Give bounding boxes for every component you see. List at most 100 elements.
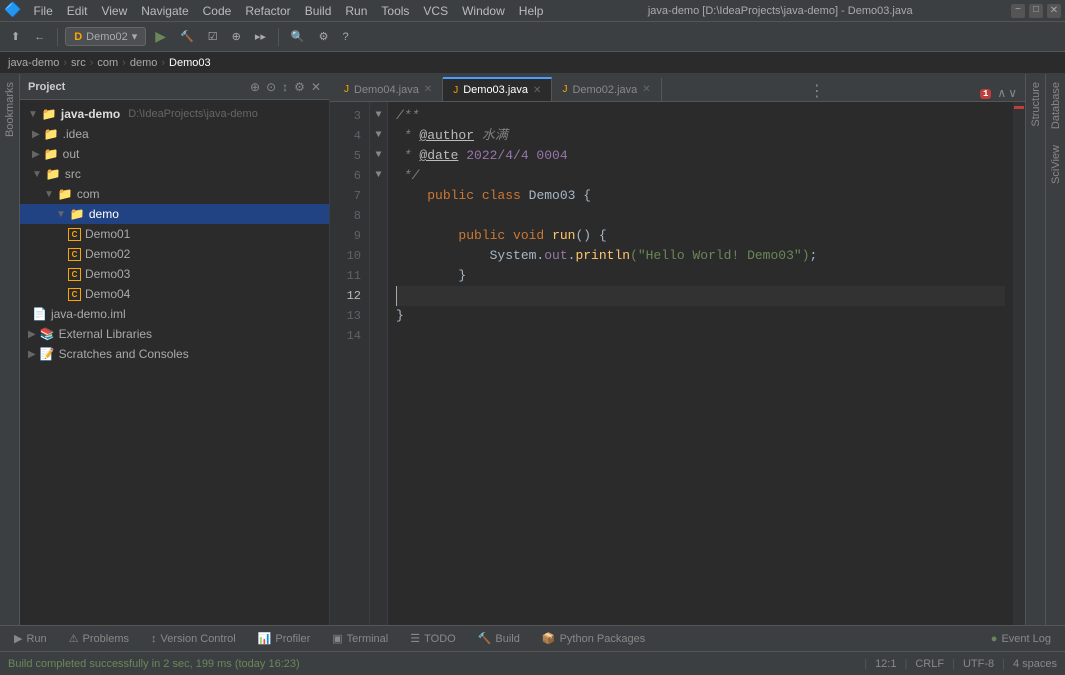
bc-project[interactable]: java-demo [8, 57, 59, 69]
terminal-tab-icon: ▣ [332, 632, 342, 645]
error-marker[interactable] [1014, 106, 1024, 109]
minimize-button[interactable]: − [1011, 4, 1025, 18]
close-project-icon[interactable]: ✕ [311, 80, 321, 94]
toolbar-sep2 [278, 28, 279, 46]
bottom-tab-run[interactable]: ▶ Run [4, 629, 57, 648]
tabs-more-button[interactable]: ⋮ [801, 81, 833, 101]
structure-panel-toggle[interactable]: Structure [1028, 74, 1044, 135]
search-everywhere-button[interactable]: 🔍 [286, 28, 310, 45]
bc-demo[interactable]: demo [130, 57, 158, 69]
vcs-tab-icon: ↕ [151, 633, 157, 645]
iml-file-icon: 📄 [32, 307, 47, 321]
window-title: java-demo [D:\IdeaProjects\java-demo] - … [551, 5, 1009, 17]
alerts-down-icon[interactable]: ∨ [1008, 86, 1017, 101]
menu-window[interactable]: Window [456, 2, 511, 20]
tree-item-java-demo[interactable]: ▼ 📁 java-demo D:\IdeaProjects\java-demo [20, 104, 329, 124]
structure-panel: Structure [1025, 74, 1045, 625]
fold-marker-3[interactable]: ▼ [370, 106, 387, 126]
run-config-icon: D [74, 31, 82, 43]
event-log-tab[interactable]: ● Event Log [981, 630, 1061, 648]
tree-item-com[interactable]: ▼ 📁 com [20, 184, 329, 204]
tree-item-demo01[interactable]: C Demo01 [20, 224, 329, 244]
menu-run[interactable]: Run [339, 2, 373, 20]
bottom-tab-python[interactable]: 📦 Python Packages [532, 629, 655, 648]
bottom-tab-vcs[interactable]: ↕ Version Control [141, 630, 246, 648]
menu-build[interactable]: Build [299, 2, 338, 20]
tab-demo03-close[interactable]: ✕ [533, 85, 541, 96]
tab-demo04-close[interactable]: ✕ [424, 84, 432, 95]
code-editor[interactable]: /** * @author 水满 * @date 2022/4/4 0004 *… [388, 102, 1013, 625]
tree-item-demo04[interactable]: C Demo04 [20, 284, 329, 304]
tab-demo04[interactable]: J Demo04.java ✕ [334, 77, 443, 101]
tree-item-iml[interactable]: 📄 java-demo.iml [20, 304, 329, 324]
settings-button[interactable]: ⚙ [314, 28, 334, 45]
bc-com[interactable]: com [97, 57, 118, 69]
code-annotation-date: @date [419, 146, 458, 166]
database-panel-toggle[interactable]: Database [1048, 74, 1064, 137]
problems-tab-icon: ⚠ [69, 632, 79, 645]
scratches-icon: 📝 [40, 347, 55, 361]
indent-setting[interactable]: 4 spaces [1013, 658, 1057, 670]
demo01-class-icon: C [68, 228, 81, 241]
bottom-tab-problems[interactable]: ⚠ Problems [59, 629, 139, 648]
maximize-button[interactable]: □ [1029, 4, 1043, 18]
run-button[interactable]: ▶ [150, 26, 171, 47]
tree-item-demo03[interactable]: C Demo03 [20, 264, 329, 284]
tab-demo02[interactable]: J Demo02.java ✕ [552, 77, 661, 101]
tree-item-external-libs[interactable]: ▶ 📚 External Libraries [20, 324, 329, 344]
menu-navigate[interactable]: Navigate [135, 2, 194, 20]
toolbar: ⬆ ← D Demo02 ▾ ▶ 🔨 ☑ ⊕ ▸▸ 🔍 ⚙ ? [0, 22, 1065, 52]
more-run-button[interactable]: ▸▸ [250, 28, 271, 45]
tree-item-out[interactable]: ▶ 📁 out [20, 144, 329, 164]
navigate-back-button[interactable]: ← [29, 29, 50, 45]
line-ending[interactable]: CRLF [915, 658, 944, 670]
collapse-all-icon[interactable]: ↕ [282, 80, 288, 94]
tree-item-src[interactable]: ▼ 📁 src [20, 164, 329, 184]
bottom-tab-profiler[interactable]: 📊 Profiler [248, 629, 321, 648]
tree-item-demo02[interactable]: C Demo02 [20, 244, 329, 264]
scroll-to-source-icon[interactable]: ⊙ [266, 80, 276, 94]
help-icon: ? [342, 31, 348, 43]
bookmarks-panel-toggle[interactable]: Bookmarks [2, 74, 18, 145]
alerts-up-icon[interactable]: ∧ [997, 86, 1006, 101]
scview-panel-toggle[interactable]: SciView [1048, 137, 1064, 192]
help-button[interactable]: ? [337, 29, 353, 45]
bottom-tab-build[interactable]: 🔨 Build [468, 629, 530, 648]
tree-item-scratches[interactable]: ▶ 📝 Scratches and Consoles [20, 344, 329, 364]
bottom-tab-todo[interactable]: ☰ TODO [400, 629, 465, 648]
menu-refactor[interactable]: Refactor [239, 2, 296, 20]
menu-edit[interactable]: Edit [61, 2, 94, 20]
build-button[interactable]: 🔨 [175, 28, 199, 45]
demo03-class-icon: C [68, 268, 81, 281]
menu-code[interactable]: Code [197, 2, 238, 20]
run-configuration[interactable]: D Demo02 ▾ [65, 27, 146, 46]
tab-demo03[interactable]: J Demo03.java ✕ [443, 77, 552, 101]
ext-libs-icon: 📚 [40, 327, 55, 341]
code-annotation-author: @author [419, 126, 474, 146]
bottom-tab-terminal[interactable]: ▣ Terminal [322, 629, 398, 648]
vcs-button[interactable]: ⬆ [6, 28, 25, 45]
expand-arrow-out: ▶ [32, 149, 40, 160]
statusbar: Build completed successfully in 2 sec, 1… [0, 651, 1065, 675]
bc-src[interactable]: src [71, 57, 86, 69]
cursor-position[interactable]: 12:1 [875, 658, 896, 670]
fold-marker-11[interactable]: ▼ [370, 166, 387, 186]
profile-button[interactable]: ⊕ [227, 28, 246, 45]
fold-marker-9[interactable]: ▼ [370, 146, 387, 166]
menu-file[interactable]: File [27, 2, 58, 20]
menu-vcs[interactable]: VCS [417, 2, 454, 20]
editor-content[interactable]: 3 4 5 6 7 8 9 10 11 12 13 14 ▼ ▼ [330, 102, 1025, 625]
code-line-7: public class Demo03 { [396, 186, 1005, 206]
encoding[interactable]: UTF-8 [963, 658, 994, 670]
menu-help[interactable]: Help [513, 2, 550, 20]
add-to-project-icon[interactable]: ⊕ [250, 80, 260, 94]
coverage-button[interactable]: ☑ [203, 28, 223, 45]
tab-demo02-close[interactable]: ✕ [642, 84, 650, 95]
tree-item-idea[interactable]: ▶ 📁 .idea [20, 124, 329, 144]
project-settings-icon[interactable]: ⚙ [294, 80, 305, 94]
close-button[interactable]: ✕ [1047, 4, 1061, 18]
menu-view[interactable]: View [95, 2, 133, 20]
tree-item-demo[interactable]: ▼ 📁 demo [20, 204, 329, 224]
fold-marker-6[interactable]: ▼ [370, 126, 387, 146]
menu-tools[interactable]: Tools [375, 2, 415, 20]
